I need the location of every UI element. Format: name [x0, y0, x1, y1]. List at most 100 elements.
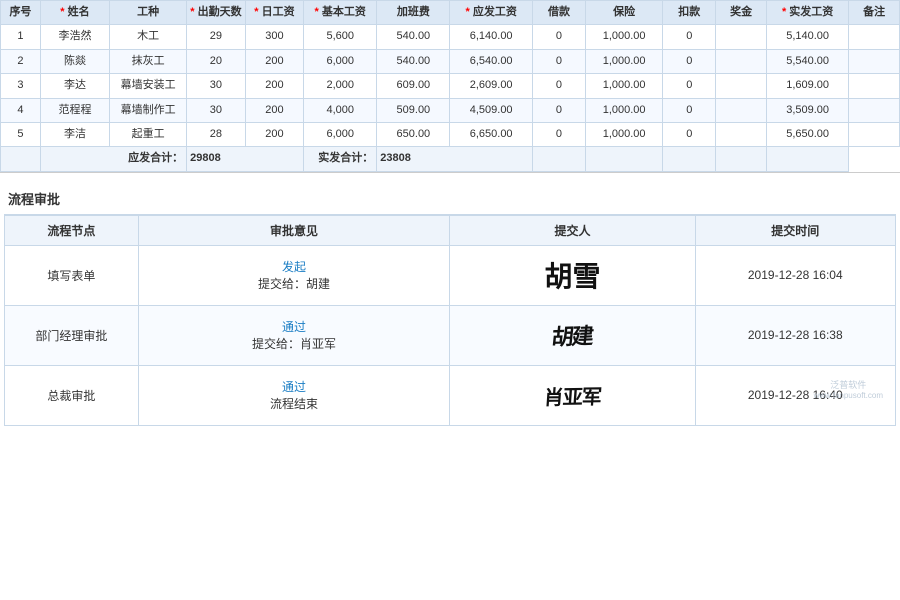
wage-cell-r5-c0: 5	[1, 122, 41, 146]
approval-node-2: 部门经理审批	[5, 305, 139, 365]
wage-cell-r1-c11	[716, 25, 767, 49]
approval-row-3: 总裁审批通过流程结束肖亚军 2019-12-28 16:40 泛普软件 www.…	[5, 365, 896, 425]
wage-cell-r2-c2: 抹灰工	[110, 49, 187, 73]
wage-cell-r3-c0: 3	[1, 74, 41, 98]
approval-table: 流程节点 审批意见 提交人 提交时间 填写表单发起提交给：胡建胡雪2019-12…	[4, 215, 896, 426]
wage-cell-r4-c4: 200	[245, 98, 304, 122]
wage-cell-r3-c2: 幕墙安装工	[110, 74, 187, 98]
wage-cell-r1-c7: 6,140.00	[450, 25, 532, 49]
wage-cell-r2-c7: 6,540.00	[450, 49, 532, 73]
wage-cell-r3-c11	[716, 74, 767, 98]
wage-cell-r3-c4: 200	[245, 74, 304, 98]
col-header-deduction: 扣款	[663, 1, 716, 25]
approval-opinion-1: 发起提交给：胡建	[138, 245, 450, 305]
wage-table-section: 序号 * 姓名 工种 * 出勤天数 * 日工资 * 基本工资 加班费 * 应发工…	[0, 0, 900, 173]
wage-cell-r1-c12: 5,140.00	[766, 25, 848, 49]
wage-cell-r5-c3: 28	[187, 122, 246, 146]
wage-row-5: 5李洁起重工282006,000650.006,650.0001,000.000…	[1, 122, 900, 146]
wage-cell-r1-c13	[849, 25, 900, 49]
wage-cell-r3-c13	[849, 74, 900, 98]
approval-opinion-detail-2: 提交给：肖亚军	[252, 337, 336, 351]
wage-cell-r2-c6: 540.00	[377, 49, 450, 73]
approval-opinion-status-2[interactable]: 通过	[282, 320, 306, 334]
summary-row: 应发合计：29808实发合计：23808	[1, 147, 900, 171]
summary-should-value: 29808	[187, 147, 304, 171]
col-header-insurance: 保险	[586, 1, 663, 25]
wage-cell-r5-c12: 5,650.00	[766, 122, 848, 146]
approval-time-2: 2019-12-28 16:38	[695, 305, 896, 365]
wage-cell-r5-c5: 6,000	[304, 122, 377, 146]
col-header-days: * 出勤天数	[187, 1, 246, 25]
approval-opinion-status-1[interactable]: 发起	[282, 260, 306, 274]
wage-cell-r5-c6: 650.00	[377, 122, 450, 146]
wage-cell-r1-c9: 1,000.00	[586, 25, 663, 49]
wage-cell-r4-c0: 4	[1, 98, 41, 122]
approval-opinion-detail-3: 流程结束	[270, 397, 318, 411]
approval-time-3: 2019-12-28 16:40 泛普软件 www.fanpusoft.com	[695, 365, 896, 425]
approval-col-opinion: 审批意见	[138, 215, 450, 245]
approval-signature-2: 胡建	[450, 305, 695, 365]
summary-actual-label: 实发合计：	[304, 147, 377, 171]
approval-opinion-status-3[interactable]: 通过	[282, 380, 306, 394]
wage-cell-r4-c8: 0	[532, 98, 585, 122]
wage-cell-r3-c3: 30	[187, 74, 246, 98]
wage-cell-r2-c8: 0	[532, 49, 585, 73]
wage-cell-r5-c10: 0	[663, 122, 716, 146]
watermark: 泛普软件 www.fanpusoft.com	[814, 378, 883, 400]
wage-cell-r3-c6: 609.00	[377, 74, 450, 98]
col-header-seq: 序号	[1, 1, 41, 25]
wage-cell-r1-c2: 木工	[110, 25, 187, 49]
wage-cell-r2-c12: 5,540.00	[766, 49, 848, 73]
approval-time-1: 2019-12-28 16:04	[695, 245, 896, 305]
approval-opinion-2: 通过提交给：肖亚军	[138, 305, 450, 365]
wage-cell-r1-c8: 0	[532, 25, 585, 49]
wage-cell-r4-c11	[716, 98, 767, 122]
approval-title: 流程审批	[4, 183, 896, 215]
wage-cell-r5-c7: 6,650.00	[450, 122, 532, 146]
wage-cell-r1-c3: 29	[187, 25, 246, 49]
wage-cell-r5-c4: 200	[245, 122, 304, 146]
wage-cell-r2-c5: 6,000	[304, 49, 377, 73]
wage-cell-r3-c12: 1,609.00	[766, 74, 848, 98]
wage-cell-r3-c5: 2,000	[304, 74, 377, 98]
wage-cell-r1-c0: 1	[1, 25, 41, 49]
approval-row-1: 填写表单发起提交给：胡建胡雪2019-12-28 16:04	[5, 245, 896, 305]
col-header-name: * 姓名	[40, 1, 109, 25]
col-header-ot: 加班费	[377, 1, 450, 25]
wage-cell-r4-c3: 30	[187, 98, 246, 122]
wage-cell-r4-c6: 509.00	[377, 98, 450, 122]
wage-cell-r2-c11	[716, 49, 767, 73]
wage-cell-r3-c8: 0	[532, 74, 585, 98]
wage-cell-r4-c9: 1,000.00	[586, 98, 663, 122]
approval-table-header: 流程节点 审批意见 提交人 提交时间	[5, 215, 896, 245]
wage-row-3: 3李达幕墙安装工302002,000609.002,609.0001,000.0…	[1, 74, 900, 98]
wage-cell-r5-c2: 起重工	[110, 122, 187, 146]
wage-cell-r4-c1: 范程程	[40, 98, 109, 122]
wage-cell-r4-c13	[849, 98, 900, 122]
wage-cell-r4-c10: 0	[663, 98, 716, 122]
summary-should-label: 应发合计：	[40, 147, 186, 171]
wage-cell-r2-c10: 0	[663, 49, 716, 73]
wage-cell-r2-c3: 20	[187, 49, 246, 73]
wage-cell-r4-c12: 3,509.00	[766, 98, 848, 122]
wage-row-2: 2陈燚抹灰工202006,000540.006,540.0001,000.000…	[1, 49, 900, 73]
approval-section: 流程审批 流程节点 审批意见 提交人 提交时间 填写表单发起提交给：胡建胡雪20…	[0, 183, 900, 426]
wage-cell-r2-c0: 2	[1, 49, 41, 73]
col-header-loan: 借款	[532, 1, 585, 25]
approval-signature-1: 胡雪	[450, 245, 695, 305]
col-header-job: 工种	[110, 1, 187, 25]
wage-cell-r5-c1: 李洁	[40, 122, 109, 146]
approval-col-submitter: 提交人	[450, 215, 695, 245]
col-header-daily: * 日工资	[245, 1, 304, 25]
header-row: 序号 * 姓名 工种 * 出勤天数 * 日工资 * 基本工资 加班费 * 应发工…	[1, 1, 900, 25]
approval-opinion-3: 通过流程结束	[138, 365, 450, 425]
approval-opinion-detail-1: 提交给：胡建	[258, 277, 330, 291]
wage-table-wrapper: 序号 * 姓名 工种 * 出勤天数 * 日工资 * 基本工资 加班费 * 应发工…	[0, 0, 900, 172]
wage-cell-r2-c4: 200	[245, 49, 304, 73]
wage-cell-r1-c1: 李浩然	[40, 25, 109, 49]
col-header-actual: * 实发工资	[766, 1, 848, 25]
summary-actual-value: 23808	[377, 147, 533, 171]
wage-row-4: 4范程程幕墙制作工302004,000509.004,509.0001,000.…	[1, 98, 900, 122]
wage-cell-r3-c9: 1,000.00	[586, 74, 663, 98]
wage-cell-r4-c7: 4,509.00	[450, 98, 532, 122]
